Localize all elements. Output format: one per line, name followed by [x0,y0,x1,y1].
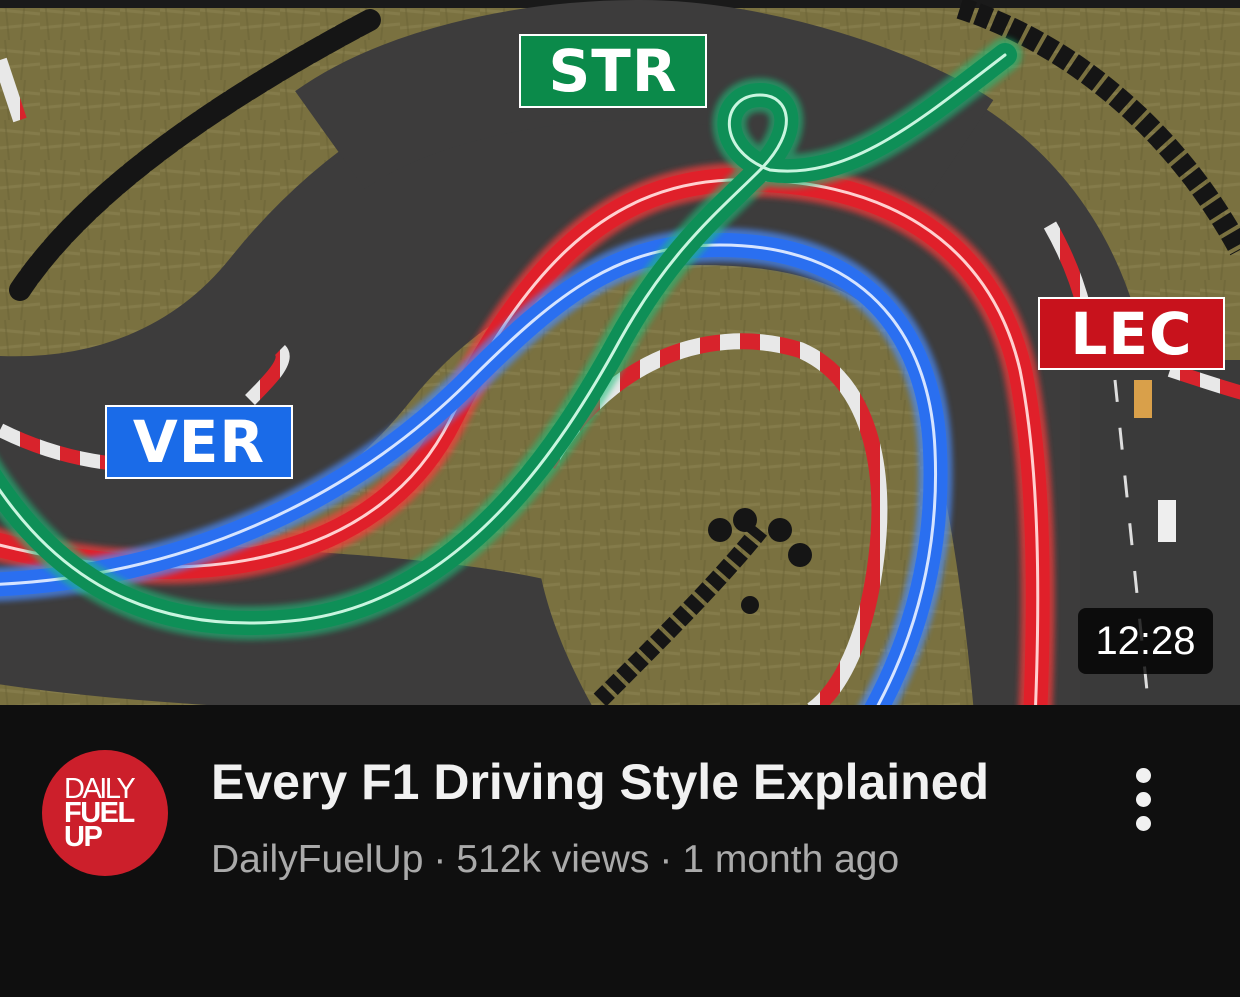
channel-name[interactable]: DailyFuelUp [211,838,423,881]
upload-age: 1 month ago [682,838,900,881]
video-subtitle: DailyFuelUp · 512k views · 1 month ago [211,838,899,882]
separator-dot: · [659,838,673,881]
kebab-dot [1135,815,1151,831]
driver-label-ver: VER [105,405,293,479]
separator-dot: · [433,838,447,881]
kebab-dot [1135,791,1151,807]
driver-label-lec: LEC [1038,297,1225,370]
avatar-text-line3: UP [64,821,103,853]
channel-avatar[interactable]: DAILY FUEL UP [42,750,168,876]
video-card[interactable]: STR LEC VER 12:28 DAILY FUEL UP Every F1… [0,0,1240,997]
video-title[interactable]: Every F1 Driving Style Explained [211,753,989,811]
more-vertical-icon[interactable] [1112,753,1174,845]
video-thumbnail[interactable]: STR LEC VER 12:28 [0,0,1240,705]
kebab-dot [1135,767,1151,783]
driver-label-str: STR [519,34,707,108]
video-meta: DAILY FUEL UP Every F1 Driving Style Exp… [0,705,1240,997]
duration-badge: 12:28 [1078,608,1213,674]
view-count: 512k views [456,838,650,881]
